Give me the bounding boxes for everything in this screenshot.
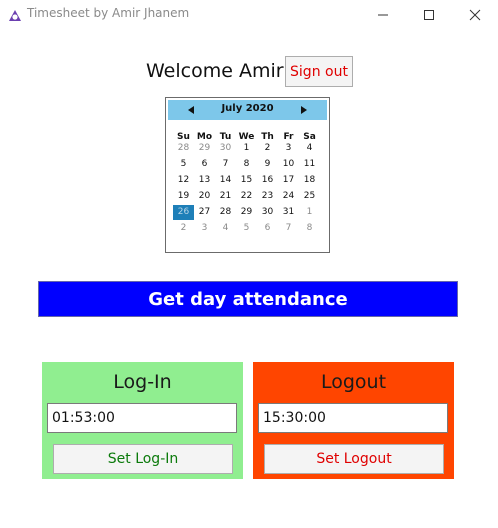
set-login-button[interactable]: Set Log-In — [53, 444, 233, 474]
close-button[interactable] — [452, 0, 498, 30]
calendar-day[interactable]: 4 — [215, 221, 236, 236]
set-logout-button[interactable]: Set Logout — [264, 444, 444, 474]
sign-out-button[interactable]: Sign out — [285, 56, 353, 87]
calendar-day[interactable]: 17 — [278, 173, 299, 188]
calendar-day[interactable]: 3 — [194, 221, 215, 236]
calendar-day[interactable]: 22 — [236, 189, 257, 204]
calendar-day[interactable]: 3 — [278, 141, 299, 156]
calendar-day[interactable]: 16 — [257, 173, 278, 188]
login-time-input[interactable] — [47, 403, 237, 433]
login-panel-title: Log-In — [113, 371, 172, 393]
welcome-text: Welcome Amir — [146, 60, 284, 82]
get-day-attendance-button[interactable]: Get day attendance — [38, 281, 458, 317]
calendar-day[interactable]: 4 — [299, 141, 320, 156]
calendar: July 2020 Su Mo Tu We Th Fr Sa 28 29 30 1 2 3 4 5 6 7 8 9 1… — [165, 97, 330, 253]
calendar-day[interactable]: 8 — [236, 157, 257, 172]
calendar-day[interactable]: 11 — [299, 157, 320, 172]
calendar-day[interactable]: 18 — [299, 173, 320, 188]
logout-panel: Logout Set Logout — [253, 362, 454, 479]
calendar-day[interactable]: 15 — [236, 173, 257, 188]
calendar-header: July 2020 — [168, 100, 327, 120]
calendar-day[interactable]: 2 — [257, 141, 278, 156]
calendar-day[interactable]: 14 — [215, 173, 236, 188]
calendar-day[interactable]: 5 — [173, 157, 194, 172]
calendar-day[interactable]: 23 — [257, 189, 278, 204]
calendar-day[interactable]: 21 — [215, 189, 236, 204]
calendar-day[interactable]: 13 — [194, 173, 215, 188]
calendar-day[interactable]: 20 — [194, 189, 215, 204]
login-panel: Log-In Set Log-In — [42, 362, 243, 479]
calendar-day[interactable]: 30 — [215, 141, 236, 156]
minimize-button[interactable] — [360, 0, 406, 30]
title-bar: Timesheet by Amir Jhanem — [0, 0, 498, 30]
calendar-day[interactable]: 12 — [173, 173, 194, 188]
calendar-day[interactable]: 26 — [173, 205, 194, 220]
maximize-button[interactable] — [406, 0, 452, 30]
close-icon — [469, 9, 481, 21]
next-month-icon[interactable] — [301, 106, 307, 114]
minimize-icon — [378, 14, 388, 16]
calendar-day[interactable]: 1 — [236, 141, 257, 156]
calendar-day[interactable]: 28 — [215, 205, 236, 220]
window-title: Timesheet by Amir Jhanem — [27, 6, 190, 20]
maximize-icon — [424, 10, 434, 20]
calendar-day[interactable]: 7 — [215, 157, 236, 172]
calendar-day[interactable]: 1 — [299, 205, 320, 220]
calendar-day[interactable]: 6 — [257, 221, 278, 236]
app-logo-icon — [8, 8, 22, 22]
calendar-day[interactable]: 19 — [173, 189, 194, 204]
calendar-day[interactable]: 24 — [278, 189, 299, 204]
calendar-day[interactable]: 27 — [194, 205, 215, 220]
logout-time-input[interactable] — [258, 403, 448, 433]
logout-panel-title: Logout — [320, 371, 387, 393]
calendar-day[interactable]: 9 — [257, 157, 278, 172]
calendar-day[interactable]: 28 — [173, 141, 194, 156]
calendar-day[interactable]: 25 — [299, 189, 320, 204]
calendar-day[interactable]: 5 — [236, 221, 257, 236]
calendar-day[interactable]: 2 — [173, 221, 194, 236]
calendar-day[interactable]: 29 — [236, 205, 257, 220]
calendar-day[interactable]: 30 — [257, 205, 278, 220]
calendar-day[interactable]: 6 — [194, 157, 215, 172]
calendar-day[interactable]: 29 — [194, 141, 215, 156]
calendar-day[interactable]: 10 — [278, 157, 299, 172]
calendar-day[interactable]: 8 — [299, 221, 320, 236]
calendar-day[interactable]: 31 — [278, 205, 299, 220]
calendar-day[interactable]: 7 — [278, 221, 299, 236]
